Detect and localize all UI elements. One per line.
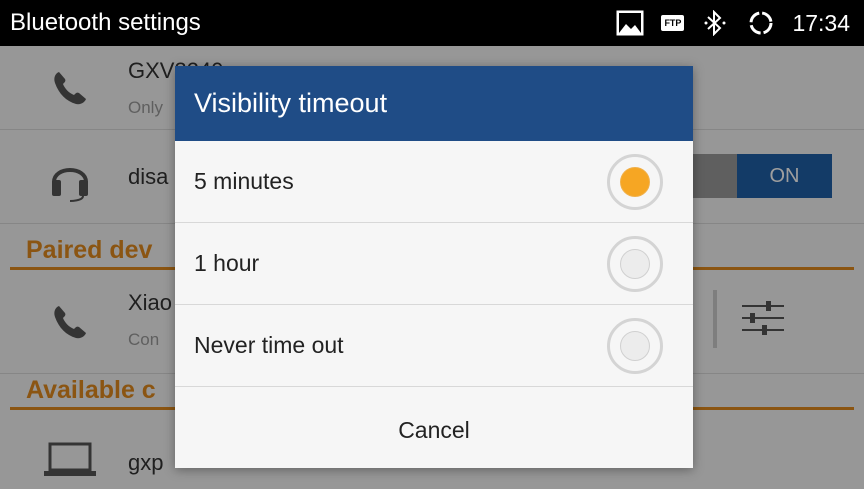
window-title: Bluetooth settings [10,9,201,36]
sync-icon [746,8,776,38]
cancel-button[interactable]: Cancel [175,387,693,473]
radio-button[interactable] [607,318,663,374]
option-5-minutes[interactable]: 5 minutes [175,141,693,223]
option-label: Never time out [194,332,344,358]
option-1-hour[interactable]: 1 hour [175,223,693,305]
option-label: 5 minutes [194,168,294,194]
clock: 17:34 [792,9,850,36]
image-icon [615,8,645,38]
ftp-icon: FTP [661,15,685,31]
status-bar: Bluetooth settings FTP 17:34 [0,0,864,46]
radio-dot [620,249,650,279]
radio-button[interactable] [607,236,663,292]
bluetooth-icon [700,8,730,38]
dialog-title: Visibility timeout [175,66,693,141]
option-never-time-out[interactable]: Never time out [175,305,693,387]
status-icons: FTP 17:34 [615,6,850,40]
radio-dot [620,167,650,197]
option-label: 1 hour [194,250,260,276]
radio-button-selected[interactable] [607,154,663,210]
visibility-timeout-dialog: Visibility timeout 5 minutes 1 hour Neve… [175,66,693,468]
radio-dot [620,331,650,361]
